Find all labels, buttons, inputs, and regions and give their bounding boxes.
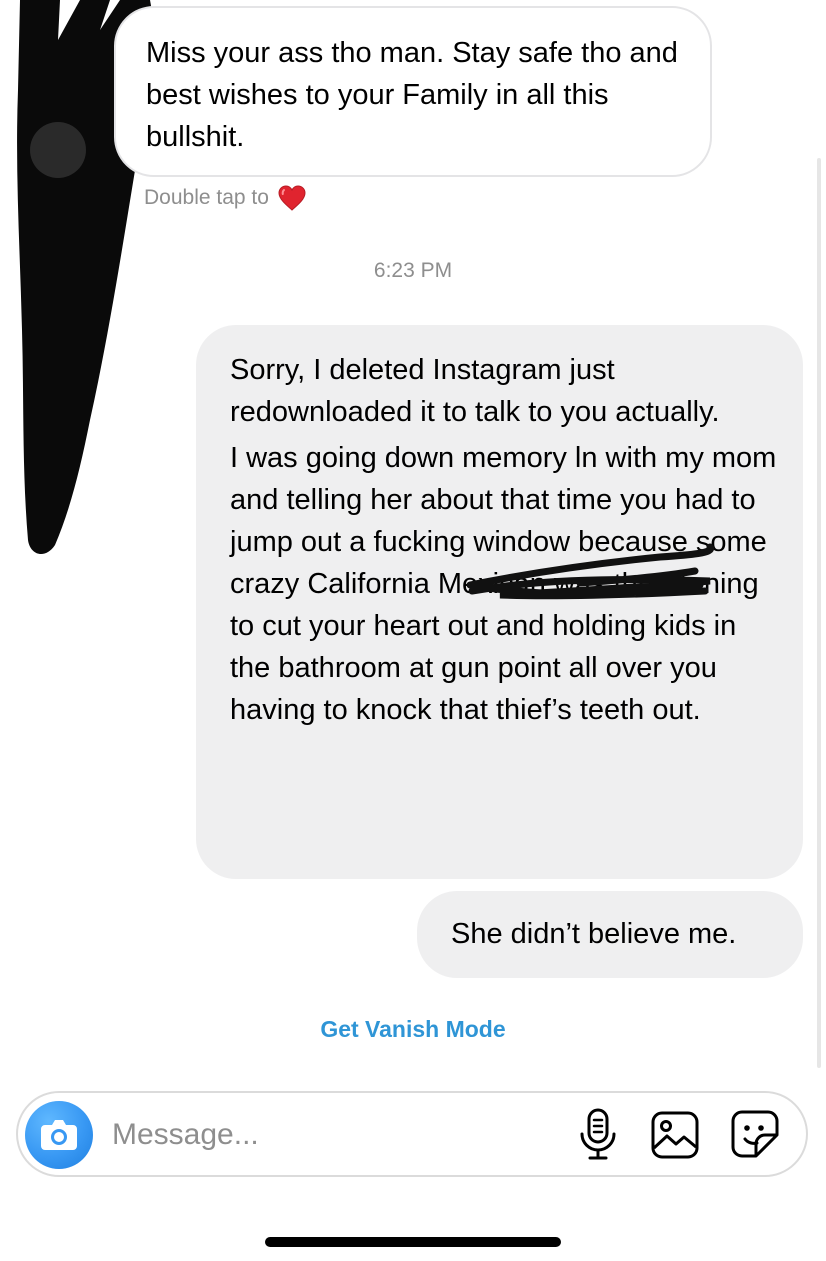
received-message-text: Miss your ass tho man. Stay safe tho and… <box>146 37 678 153</box>
sticker-icon[interactable] <box>730 1109 780 1159</box>
sent-message-paragraph: Sorry, I deleted Instagram just redownlo… <box>230 354 720 428</box>
double-tap-hint: Double tap to <box>144 184 307 212</box>
received-message-bubble[interactable]: Miss your ass tho man. Stay safe tho and… <box>114 6 712 177</box>
get-vanish-mode-link[interactable]: Get Vanish Mode <box>0 1016 826 1043</box>
message-timestamp: 6:23 PM <box>373 259 453 282</box>
microphone-icon[interactable] <box>578 1108 618 1162</box>
gallery-icon[interactable] <box>650 1110 700 1160</box>
redaction-scribble <box>466 543 715 600</box>
message-input[interactable] <box>112 1114 542 1156</box>
sender-avatar[interactable] <box>30 122 86 178</box>
sent-message-paragraph: She didn’t believe me. <box>451 918 737 950</box>
heart-icon[interactable] <box>277 184 307 212</box>
scrollbar[interactable] <box>817 158 821 1068</box>
double-tap-text: Double tap to <box>144 186 269 209</box>
camera-button[interactable] <box>25 1101 93 1169</box>
sent-message-bubble[interactable]: She didn’t believe me. <box>417 891 803 978</box>
camera-icon <box>41 1120 77 1150</box>
home-indicator[interactable] <box>265 1237 561 1247</box>
